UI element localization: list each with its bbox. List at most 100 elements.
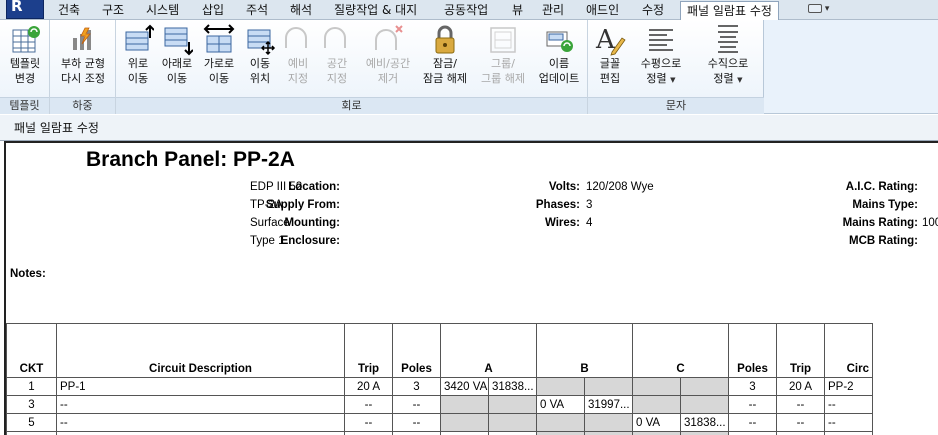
phase-b-load2-cell[interactable] [584,377,633,396]
poles-cell[interactable]: -- [392,413,441,432]
align-horizontal-button[interactable]: 수평으로 정렬 ▼ [628,24,694,87]
poles-right-cell[interactable] [728,431,777,435]
trip-right-header[interactable]: Trip [776,323,825,378]
trip-cell[interactable]: -- [344,413,393,432]
phase-a-header[interactable]: A [440,323,537,378]
phase-b-load-cell[interactable] [536,377,585,396]
phase-a-load-cell[interactable] [440,431,489,435]
phase-c-load-cell[interactable] [632,431,681,435]
phase-c-header[interactable]: C [632,323,729,378]
remove-spare-space-button[interactable]: 예비/공간 제거 [358,24,418,86]
tab-analyze[interactable]: 해석 [284,1,318,20]
table-row[interactable]: 1 PP-1 20 A 3 3420 VA 31838... 3 20 A PP… [6,377,938,396]
phase-a-load-cell[interactable]: 3420 VA [440,377,489,396]
application-menu-button[interactable]: R [6,0,44,19]
phase-c-load2-cell[interactable] [680,377,729,396]
move-down-button[interactable]: 아래로 이동 [156,24,198,86]
align-vertical-button[interactable]: 수직으로 정렬 ▼ [696,24,760,87]
ckt-cell[interactable]: 3 [6,395,57,414]
tab-systems[interactable]: 시스템 [140,1,185,20]
trip-right-cell[interactable]: -- [776,395,825,414]
phase-a-load-cell[interactable] [440,413,489,432]
poles-right-header[interactable]: Poles [728,323,777,378]
tab-architecture[interactable]: 건축 [52,1,86,20]
phase-b-load2-cell[interactable] [584,413,633,432]
tab-structure[interactable]: 구조 [96,1,130,20]
poles-right-cell[interactable]: -- [728,413,777,432]
tab-addins[interactable]: 애드인 [580,1,625,20]
trip-right-cell[interactable] [776,431,825,435]
description-cell[interactable]: PP-1 [56,377,345,396]
phase-a-load-cell[interactable] [440,395,489,414]
align-vertical-icon [712,24,744,56]
group-ungroup-button[interactable]: 그룹/ 그룹 해제 [474,24,532,86]
ribbon-minimize-dropdown[interactable]: ▾ [808,3,838,16]
trip-cell[interactable]: -- [344,395,393,414]
group-label-load: 하중 [50,97,115,114]
phase-b-load2-cell[interactable] [584,431,633,435]
trip-cell[interactable] [344,431,393,435]
phase-b-load-cell[interactable] [536,413,585,432]
trip-right-cell[interactable]: -- [776,413,825,432]
change-template-button[interactable]: 템플릿 변경 [4,24,46,86]
move-up-button[interactable]: 위로 이동 [118,24,158,86]
phase-a-load2-cell[interactable] [488,413,537,432]
tab-edit-panel-schedule[interactable]: 패널 일람표 수정 [680,1,779,21]
update-names-button[interactable]: 이름 업데이트 [532,24,586,86]
description-cell[interactable] [56,431,345,435]
tab-manage[interactable]: 관리 [536,1,570,20]
assign-space-button[interactable]: 공간 지정 [316,24,358,86]
phase-c-load-cell[interactable] [632,395,681,414]
tab-annotate[interactable]: 주석 [240,1,274,20]
tab-collaborate[interactable]: 공동작업 [438,1,494,20]
table-row[interactable] [6,431,938,435]
circuit-description-right-header[interactable]: Circ [824,323,873,378]
assign-space-icon [321,24,353,56]
ckt-cell[interactable]: 1 [6,377,57,396]
phase-b-load-cell[interactable]: 0 VA [536,395,585,414]
description-right-cell[interactable] [824,431,873,435]
description-right-cell[interactable]: -- [824,395,873,414]
phase-a-load2-cell[interactable] [488,431,537,435]
panel-schedule-view[interactable]: Branch Panel: PP-2A Location: EDP III 52… [4,141,938,435]
circuit-description-header[interactable]: Circuit Description [56,323,345,378]
phase-c-load2-cell[interactable]: 31838... [680,413,729,432]
phase-a-load2-cell[interactable]: 31838... [488,377,537,396]
trip-cell[interactable]: 20 A [344,377,393,396]
move-across-button[interactable]: 가로로 이동 [198,24,240,86]
poles-cell[interactable]: -- [392,395,441,414]
table-row[interactable]: 3 -- -- -- 0 VA 31997... -- -- -- [6,395,938,414]
ckt-cell[interactable]: 5 [6,413,57,432]
phase-a-load2-cell[interactable] [488,395,537,414]
lock-unlock-button[interactable]: 잠금/ 잠금 해제 [416,24,474,86]
phase-b-load-cell[interactable] [536,431,585,435]
ckt-header[interactable]: CKT [6,323,57,378]
tab-insert[interactable]: 삽입 [196,1,230,20]
table-row[interactable]: 5 -- -- -- 0 VA 31838... -- -- -- [6,413,938,432]
tab-modify[interactable]: 수정 [636,1,670,20]
poles-cell[interactable] [392,431,441,435]
description-right-cell[interactable]: -- [824,413,873,432]
phase-c-load2-cell[interactable] [680,431,729,435]
tab-view[interactable]: 뷰 [506,1,529,20]
move-to-button[interactable]: 이동 위치 [240,24,280,86]
poles-header[interactable]: Poles [392,323,441,378]
trip-header[interactable]: Trip [344,323,393,378]
rebalance-loads-button[interactable]: 부하 균형 다시 조정 [54,24,112,86]
poles-cell[interactable]: 3 [392,377,441,396]
tab-massing-site[interactable]: 질량작업 & 대지 [328,1,423,20]
trip-right-cell[interactable]: 20 A [776,377,825,396]
poles-right-cell[interactable]: -- [728,395,777,414]
phase-c-load-cell[interactable] [632,377,681,396]
phase-b-load2-cell[interactable]: 31997... [584,395,633,414]
ckt-cell[interactable] [6,431,57,435]
poles-right-cell[interactable]: 3 [728,377,777,396]
assign-spare-button[interactable]: 예비 지정 [280,24,316,86]
description-cell[interactable]: -- [56,413,345,432]
phase-c-load2-cell[interactable] [680,395,729,414]
edit-font-button[interactable]: A 글꼴 편집 [592,24,628,86]
description-cell[interactable]: -- [56,395,345,414]
phase-b-header[interactable]: B [536,323,633,378]
description-right-cell[interactable]: PP-2 [824,377,873,396]
phase-c-load-cell[interactable]: 0 VA [632,413,681,432]
